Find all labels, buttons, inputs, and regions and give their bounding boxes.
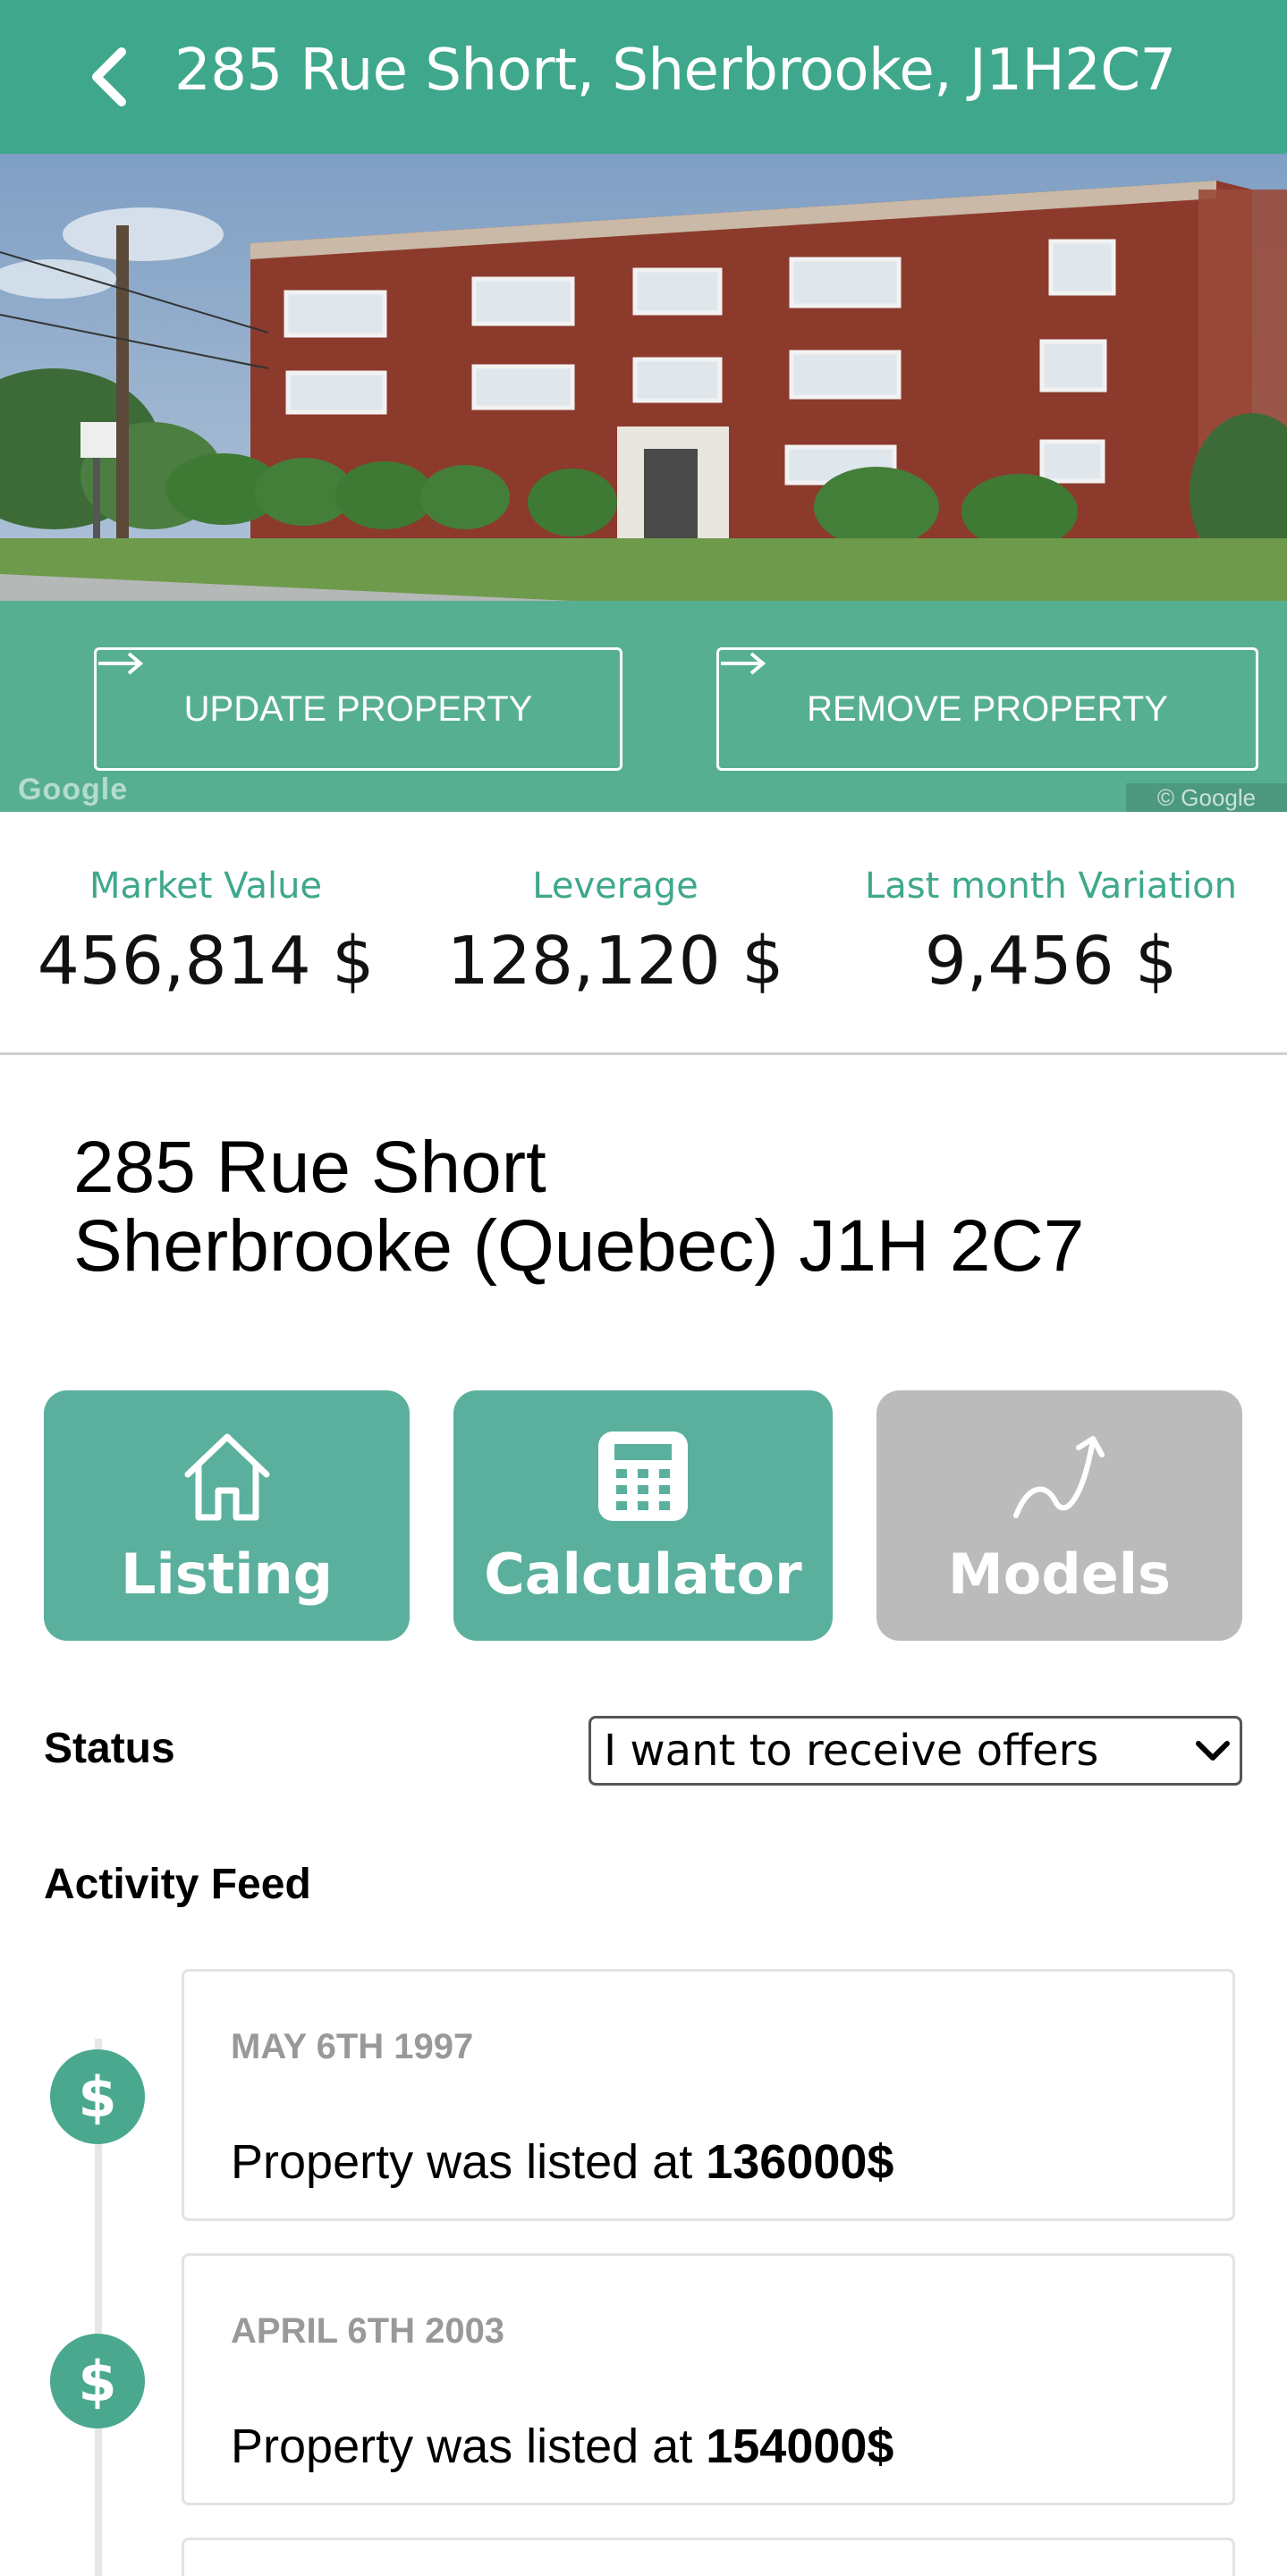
house-icon bbox=[184, 1433, 269, 1521]
update-property-button[interactable]: UPDATE PROPERTY bbox=[94, 647, 622, 771]
arrow-right-icon bbox=[98, 652, 143, 675]
map-copyright: © Google bbox=[1126, 783, 1287, 812]
tile-label: Models bbox=[948, 1541, 1171, 1607]
stat-label: Market Value bbox=[89, 866, 323, 907]
calculator-tile-button[interactable]: Calculator bbox=[453, 1390, 833, 1641]
feed-item-amount: 136000$ bbox=[706, 2135, 894, 2189]
stat-value: 128,120 $ bbox=[446, 923, 784, 1000]
feed-item-amount: 154000$ bbox=[706, 2420, 894, 2473]
arrow-right-icon bbox=[721, 652, 766, 675]
listing-tile-button[interactable]: Listing bbox=[44, 1390, 410, 1641]
feed-item-date: APRIL 6TH 2003 bbox=[231, 2311, 505, 2351]
feed-item-text: Property was listed at bbox=[231, 2135, 707, 2189]
market-value-stat: Market Value 456,814 $ bbox=[27, 866, 385, 1000]
trend-curve-icon bbox=[1012, 1436, 1105, 1518]
activity-feed-title: Activity Feed bbox=[44, 1861, 311, 1908]
remove-property-label: REMOVE PROPERTY bbox=[807, 688, 1168, 729]
remove-property-button[interactable]: REMOVE PROPERTY bbox=[716, 647, 1258, 771]
property-photo: UPDATE PROPERTY REMOVE PROPERTY Google ©… bbox=[0, 154, 1287, 812]
feed-item: APRIL 6TH 2003 Property was listed at 15… bbox=[182, 2253, 1235, 2505]
status-select[interactable]: I want to receive offers bbox=[588, 1716, 1242, 1786]
feed-item: MAY 6TH 1997 Property was listed at 1360… bbox=[182, 1969, 1235, 2221]
models-tile-button[interactable]: Models bbox=[876, 1390, 1242, 1641]
tile-label: Listing bbox=[120, 1541, 334, 1607]
stat-label: Leverage bbox=[532, 866, 699, 907]
dollar-icon: $ bbox=[50, 2049, 145, 2144]
page-title: 285 Rue Short, Sherbrooke, J1H2C7 bbox=[174, 38, 1176, 104]
variation-stat: Last month Variation 9,456 $ bbox=[859, 866, 1243, 1000]
back-button[interactable] bbox=[86, 46, 132, 107]
stat-value: 456,814 $ bbox=[37, 923, 375, 1000]
update-property-label: UPDATE PROPERTY bbox=[183, 688, 533, 729]
dollar-icon: $ bbox=[50, 2334, 145, 2428]
property-stats: Market Value 456,814 $ Leverage 128,120 … bbox=[0, 812, 1287, 1055]
stat-label: Last month Variation bbox=[864, 866, 1238, 907]
address-line-2: Sherbrooke (Quebec) J1H 2C7 bbox=[73, 1205, 1085, 1287]
leverage-stat: Leverage 128,120 $ bbox=[436, 866, 794, 1000]
feed-item-message: Property was listed at 154000$ bbox=[231, 2419, 893, 2474]
google-logo: Google bbox=[18, 773, 129, 807]
address-line-1: 285 Rue Short bbox=[73, 1127, 546, 1208]
chevron-left-icon bbox=[92, 47, 126, 106]
tile-label: Calculator bbox=[484, 1541, 802, 1607]
status-label: Status bbox=[44, 1725, 175, 1772]
stat-value: 9,456 $ bbox=[924, 923, 1178, 1000]
feed-item-text: Property was listed at bbox=[231, 2420, 707, 2473]
feed-item-partial bbox=[182, 2538, 1235, 2576]
status-selected-value: I want to receive offers bbox=[604, 1726, 1099, 1776]
feed-item-date: MAY 6TH 1997 bbox=[231, 2027, 474, 2066]
chevron-down-icon bbox=[1196, 1741, 1230, 1761]
calculator-icon bbox=[598, 1432, 688, 1521]
feed-item-message: Property was listed at 136000$ bbox=[231, 2134, 893, 2190]
top-app-bar: 285 Rue Short, Sherbrooke, J1H2C7 bbox=[0, 0, 1287, 154]
property-address: 285 Rue Short Sherbrooke (Quebec) J1H 2C… bbox=[73, 1128, 1084, 1286]
